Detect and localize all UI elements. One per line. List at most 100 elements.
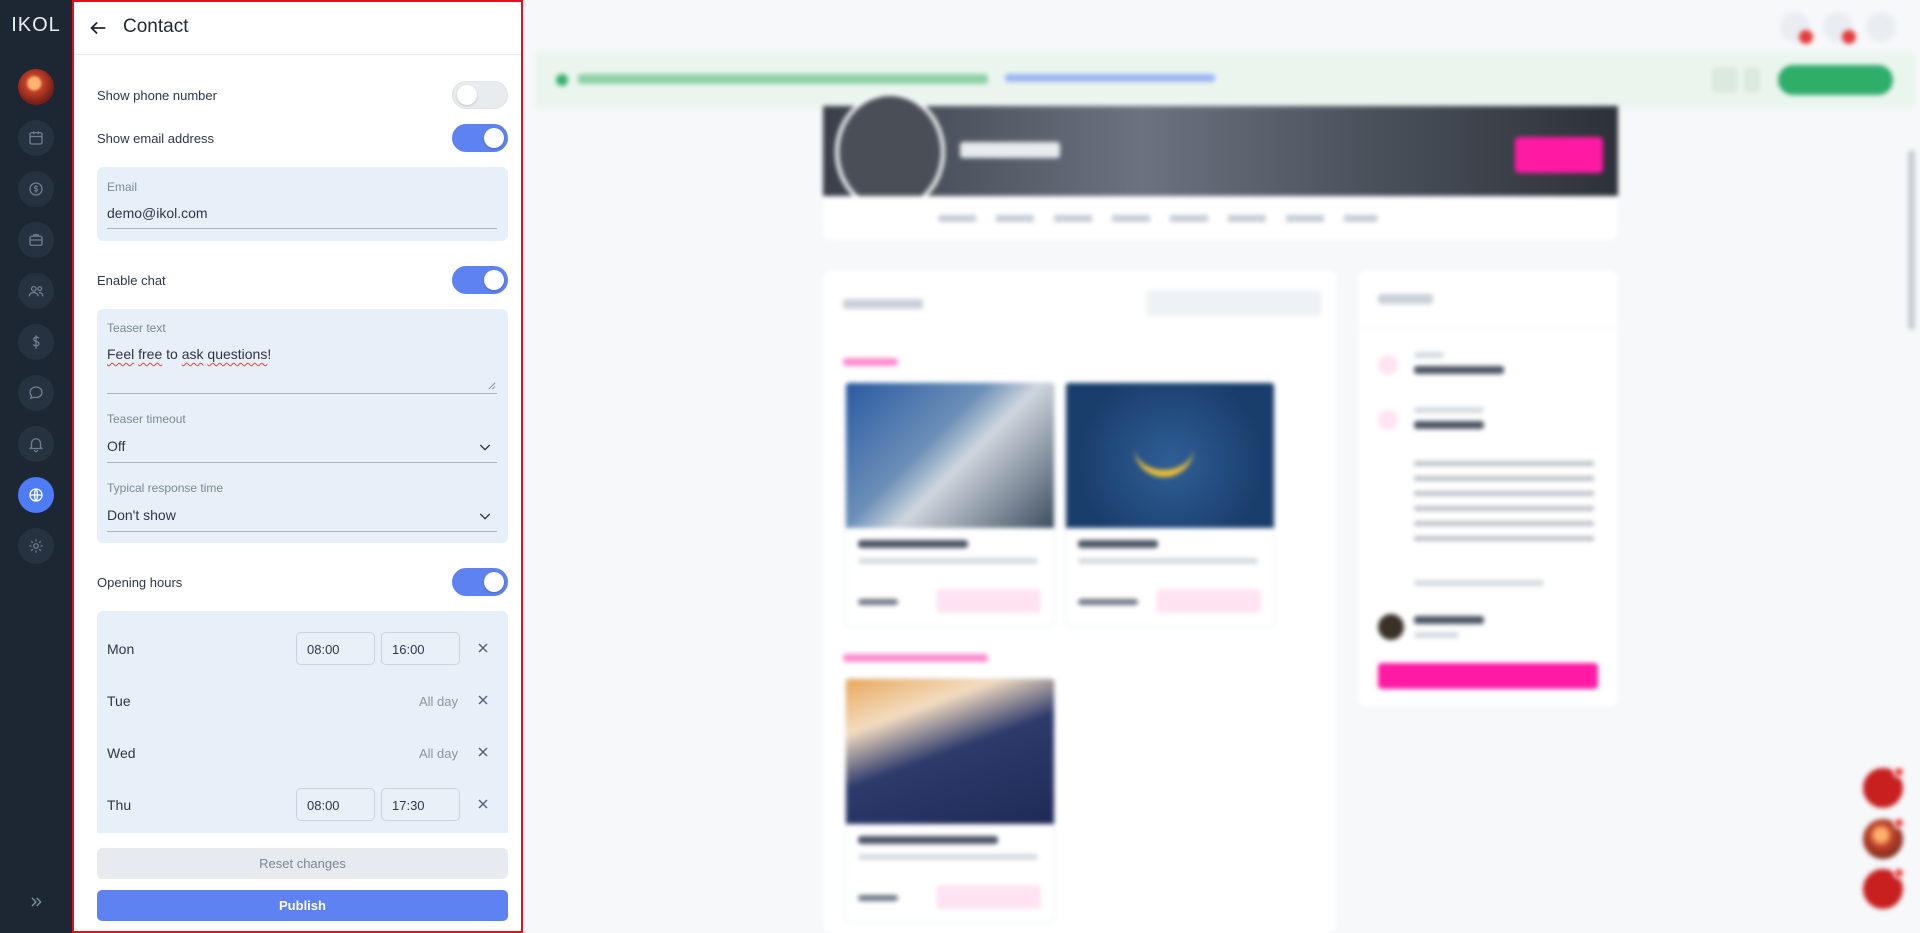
notifications-icon[interactable] [1780, 12, 1813, 44]
preview-contact-button[interactable] [1378, 663, 1598, 689]
chat-avatar[interactable] [1863, 817, 1905, 859]
teaser-timeout-label: Teaser timeout [107, 412, 186, 426]
mon-to-input[interactable]: 16:00 [381, 632, 460, 665]
notification-badge [1893, 817, 1905, 829]
globe-icon [29, 488, 43, 502]
show-phone-toggle[interactable] [452, 81, 508, 109]
quick-quotation-button[interactable] [936, 589, 1041, 613]
remove-thu-button[interactable] [475, 796, 491, 812]
service-price [858, 599, 898, 605]
page-title: Contact [123, 16, 189, 37]
opening-hours-card: Mon 08:00 16:00 Tue All day Wed All day … [97, 611, 508, 833]
business-name [960, 142, 1060, 158]
day-label-mon: Mon [107, 641, 135, 657]
chat-icon [29, 386, 43, 400]
sidebar-item-messages[interactable] [18, 375, 54, 411]
remove-tue-button[interactable] [475, 692, 491, 708]
enable-chat-toggle[interactable] [452, 266, 508, 294]
opening-hours-toggle[interactable] [452, 568, 508, 596]
sidebar-item-website[interactable] [18, 477, 54, 513]
mobile-view-icon[interactable] [1744, 67, 1760, 93]
teaser-text-input[interactable]: Feel free to ask questions! [107, 346, 271, 362]
toggle-knob [457, 85, 477, 105]
day-label-wed: Wed [107, 745, 136, 761]
quick-quotation-button[interactable] [1156, 589, 1261, 613]
show-phone-label: Show phone number [97, 88, 217, 103]
resize-handle-icon[interactable] [487, 381, 496, 390]
opening-hours-label: Opening hours [97, 575, 183, 590]
text-fragment: to [162, 346, 182, 362]
desktop-view-icon[interactable] [1712, 67, 1738, 93]
chat-avatar[interactable] [1863, 867, 1905, 909]
app-root: IKOL Contact Show phone number Show emai… [0, 0, 1920, 933]
close-icon [478, 695, 488, 705]
sidebar-item-users[interactable] [18, 273, 54, 309]
chat-avatar[interactable] [1863, 766, 1905, 808]
chevron-down-icon[interactable] [477, 508, 493, 524]
services-title [843, 299, 923, 309]
email-card: Email demo@ikol.com [97, 167, 508, 241]
sidebar-item-notifications[interactable] [18, 426, 54, 462]
notice-link[interactable] [1005, 74, 1215, 82]
email-label: Email [107, 180, 138, 194]
mon-from-input[interactable]: 08:00 [296, 632, 375, 665]
quick-quotation-button[interactable] [936, 885, 1041, 909]
tue-all-day[interactable]: All day [419, 694, 458, 709]
remove-mon-button[interactable] [475, 640, 491, 656]
teaser-timeout-underline [107, 462, 497, 463]
publish-notice-bar [535, 52, 1915, 108]
sidebar-item-settings[interactable] [18, 528, 54, 564]
email-field[interactable]: demo@ikol.com [107, 205, 208, 221]
service-description [858, 558, 1038, 564]
text-fragment: ! [267, 346, 272, 362]
wed-all-day[interactable]: All day [419, 746, 458, 761]
preview-timezone [1414, 580, 1544, 586]
thu-from-input[interactable]: 08:00 [296, 788, 375, 821]
service-price [1078, 599, 1138, 605]
publish-button[interactable]: Publish [97, 890, 508, 921]
teaser-timeout-select[interactable]: Off [107, 438, 125, 454]
service-name [858, 540, 968, 548]
response-time-select[interactable]: Don't show [107, 507, 176, 523]
expand-sidebar-button[interactable] [24, 890, 48, 914]
response-time-underline [107, 531, 497, 532]
service-tile[interactable] [845, 678, 1055, 923]
sidebar-item-billing-chat[interactable] [18, 171, 54, 207]
service-description [1078, 558, 1258, 564]
service-tile[interactable] [1065, 382, 1275, 627]
sidebar: IKOL [0, 0, 72, 933]
text-fragment: free [138, 346, 163, 362]
panel-header: Contact [74, 2, 521, 55]
search-icon[interactable] [1866, 12, 1896, 42]
chevron-down-icon[interactable] [477, 439, 493, 455]
team-icon[interactable] [1823, 12, 1856, 44]
clock-icon [1378, 410, 1398, 430]
close-icon [478, 799, 488, 809]
divider [1358, 327, 1618, 328]
sidebar-item-calendar[interactable] [18, 120, 54, 156]
business-avatar [835, 92, 945, 212]
back-button[interactable] [86, 16, 110, 40]
category-label [843, 654, 988, 662]
copy-address-button[interactable] [1778, 65, 1893, 95]
app-logo[interactable]: IKOL [0, 14, 72, 37]
preview-scrollbar[interactable] [1908, 150, 1915, 330]
preview-hours-list [1414, 461, 1594, 551]
text-fragment: questions [207, 346, 268, 362]
users-icon [28, 285, 44, 297]
text-fragment: ask [181, 346, 204, 362]
user-avatar[interactable] [18, 69, 54, 105]
service-price [858, 895, 898, 901]
banner-contact-button[interactable] [1515, 137, 1603, 173]
reset-changes-button[interactable]: Reset changes [97, 848, 508, 879]
thu-to-input[interactable]: 17:30 [381, 788, 460, 821]
profile-nav-links[interactable] [938, 215, 1378, 222]
remove-wed-button[interactable] [475, 744, 491, 760]
sidebar-item-services[interactable] [18, 222, 54, 258]
services-search[interactable] [1146, 290, 1322, 316]
sidebar-item-payments[interactable] [18, 324, 54, 360]
service-tile[interactable] [845, 382, 1055, 627]
notice-text [578, 74, 988, 84]
calendar-icon [29, 131, 43, 145]
show-email-toggle[interactable] [452, 124, 508, 152]
